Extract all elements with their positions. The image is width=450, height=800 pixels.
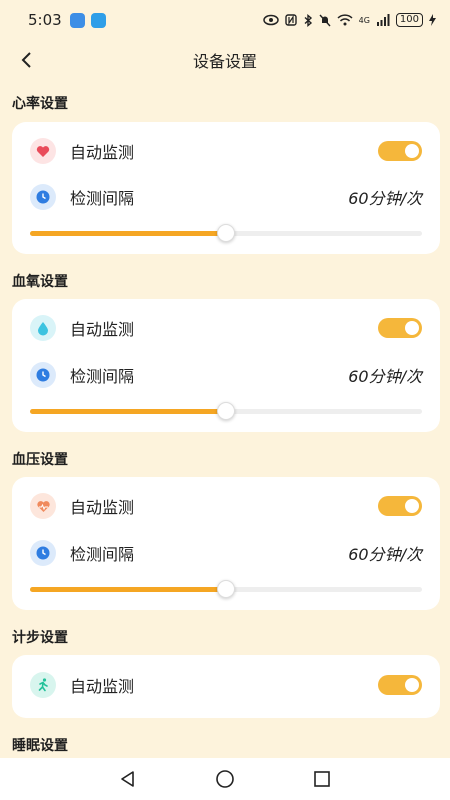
section-title-blood-pressure: 血压设置	[12, 452, 68, 468]
step-count-auto-row: 自动监测	[30, 670, 422, 700]
toggle-knob	[405, 321, 419, 335]
heart-rate-auto-row: 自动监测	[30, 136, 422, 166]
wifi-icon	[337, 14, 353, 26]
blood-oxygen-interval-row: 检测间隔 60分钟/次	[30, 360, 422, 390]
nav-back-button[interactable]	[113, 764, 143, 794]
section-title-step-count: 计步设置	[12, 630, 68, 646]
step-count-auto-toggle[interactable]	[378, 675, 422, 695]
triangle-back-icon	[121, 771, 135, 787]
status-icons: 4G 100	[262, 13, 436, 27]
battery-level: 100	[395, 13, 423, 27]
heart-rate-card: 自动监测 检测间隔 60分钟/次	[12, 122, 440, 254]
back-button[interactable]	[12, 46, 40, 74]
nfc-icon	[284, 14, 297, 26]
heart-rate-interval-row: 检测间隔 60分钟/次	[30, 182, 422, 212]
top-bar: 设备设置	[0, 40, 450, 80]
section-title-heart-rate: 心率设置	[12, 96, 68, 112]
toggle-knob	[405, 678, 419, 692]
blood-oxygen-auto-toggle[interactable]	[378, 318, 422, 338]
slider-thumb[interactable]	[217, 224, 235, 242]
section-title-sleep: 睡眠设置	[12, 738, 68, 754]
droplet-icon	[30, 315, 56, 341]
system-nav-bar	[0, 758, 450, 800]
heart-rate-auto-label: 自动监测	[70, 143, 135, 162]
heart-rate-interval-slider[interactable]	[30, 223, 422, 243]
heart-rate-interval-label: 检测间隔	[70, 189, 135, 208]
blood-pressure-interval-label: 检测间隔	[70, 545, 135, 564]
pulse-heart-icon	[30, 493, 56, 519]
blood-oxygen-interval-label: 检测间隔	[70, 367, 135, 386]
network-type: 4G	[358, 15, 370, 25]
blood-pressure-interval-value: 60分钟/次	[348, 545, 422, 564]
section-title-blood-oxygen: 血氧设置	[12, 274, 68, 290]
nav-home-button[interactable]	[210, 764, 240, 794]
page-title: 设备设置	[192, 52, 257, 71]
heart-rate-interval-value: 60分钟/次	[348, 189, 422, 208]
clock-icon	[30, 184, 56, 210]
slider-thumb[interactable]	[217, 402, 235, 420]
blood-pressure-auto-label: 自动监测	[70, 498, 135, 517]
slider-fill	[30, 409, 226, 414]
heart-rate-auto-toggle[interactable]	[378, 141, 422, 161]
bluetooth-icon	[304, 13, 312, 27]
blood-oxygen-auto-label: 自动监测	[70, 320, 135, 339]
blood-oxygen-card: 自动监测 检测间隔 60分钟/次	[12, 299, 440, 432]
mute-bell-icon	[319, 14, 331, 26]
blood-oxygen-auto-row: 自动监测	[30, 313, 422, 343]
slider-fill	[30, 587, 226, 592]
nav-recents-button[interactable]	[307, 764, 337, 794]
heart-icon	[30, 138, 56, 164]
slider-fill	[30, 231, 226, 236]
circle-home-icon	[216, 770, 234, 788]
blood-pressure-auto-row: 自动监测	[30, 491, 422, 521]
clock-icon	[30, 362, 56, 388]
status-bar: 5:03 4G 100	[0, 0, 450, 40]
slider-thumb[interactable]	[217, 580, 235, 598]
toggle-knob	[405, 144, 419, 158]
toggle-knob	[405, 499, 419, 513]
clock-icon	[30, 540, 56, 566]
app-notification-icon	[69, 12, 85, 28]
charging-icon	[429, 14, 436, 26]
blood-oxygen-interval-slider[interactable]	[30, 401, 422, 421]
blood-pressure-card: 自动监测 检测间隔 60分钟/次	[12, 477, 440, 610]
step-count-auto-label: 自动监测	[70, 677, 135, 696]
blood-pressure-auto-toggle[interactable]	[378, 496, 422, 516]
message-notification-icon	[90, 12, 106, 28]
blood-pressure-interval-slider[interactable]	[30, 579, 422, 599]
chevron-left-icon	[21, 52, 31, 68]
eye-icon	[262, 14, 279, 26]
status-time: 5:03	[28, 11, 62, 29]
blood-oxygen-interval-value: 60分钟/次	[348, 367, 422, 386]
runner-icon	[30, 672, 56, 698]
square-recents-icon	[313, 771, 330, 787]
step-count-card: 自动监测	[12, 655, 440, 718]
blood-pressure-interval-row: 检测间隔 60分钟/次	[30, 538, 422, 568]
signal-icon	[376, 14, 390, 26]
